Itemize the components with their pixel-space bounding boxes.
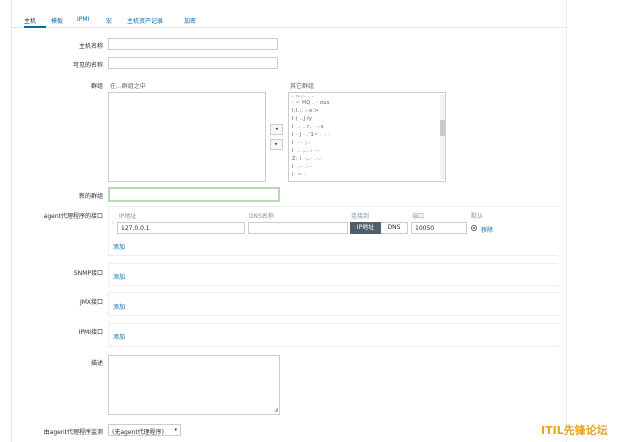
ipmi-interfaces-label: IPMI接口 [78, 329, 103, 336]
listbox-scrollbar[interactable] [440, 95, 445, 179]
resize-grip-icon[interactable]: ◢ [274, 407, 278, 413]
move-right-button[interactable]: ▸ [270, 139, 283, 150]
description-textarea[interactable]: ◢ [108, 355, 280, 415]
col-dns-header: DNS名称 [249, 213, 274, 220]
list-item[interactable]: I;I.:, :-x:> [292, 108, 319, 114]
col-default-header: 默认 [471, 213, 484, 220]
tab-macros[interactable]: 宏 [106, 16, 112, 25]
visible-name-label: 可见的名称 [72, 62, 103, 69]
arrow-right-icon: ▸ [275, 141, 278, 147]
drag-handle-icon[interactable]: ⁞ [112, 221, 115, 233]
watermark-text: ITIL先锋论坛 [541, 424, 608, 437]
connect-ip-toggle[interactable]: IP地址 [350, 222, 381, 234]
active-tab-indicator [24, 26, 46, 28]
agent-port-input[interactable]: 10050 [411, 222, 467, 234]
list-item[interactable]: I·( ..J·ly [292, 116, 312, 122]
left-border [11, 0, 12, 442]
tab-ipmi[interactable]: IPMI [77, 16, 89, 23]
list-item[interactable]: I·· J · .'1~ · · · [292, 132, 330, 138]
new-group-input[interactable] [108, 187, 280, 202]
host-form-page: 主机 模板 IPMI 宏 主机资产记录 加密 主机名称 可见的名称 群组 在..… [0, 0, 628, 442]
proxy-label: 由agent代理程序监测 [43, 429, 103, 436]
add-jmx-interface-link[interactable]: 添加 [113, 302, 125, 311]
col-connect-header: 连接到 [351, 213, 370, 220]
list-item[interactable]: l· ~ · [292, 172, 306, 178]
tab-templates[interactable]: 模板 [51, 16, 63, 25]
arrow-left-icon: ◂ [275, 126, 278, 132]
agent-ip-input[interactable]: 127.0.0.1 [117, 222, 245, 234]
tab-inventory[interactable]: 主机资产记录 [127, 16, 163, 25]
tab-bar: 主机 模板 IPMI 宏 主机资产记录 加密 [12, 10, 566, 28]
add-agent-interface-link[interactable]: 添加 [113, 242, 125, 251]
chevron-down-icon: ▾ [174, 427, 177, 433]
in-groups-heading: 在...群组之中 [110, 83, 146, 90]
jmx-interfaces-panel [108, 292, 558, 316]
host-name-input[interactable] [108, 38, 278, 50]
list-item[interactable]: I· . .,.·.: ··· [292, 148, 320, 154]
agent-dns-input[interactable] [248, 222, 348, 234]
list-item[interactable]: I· .·· .··· [292, 164, 313, 170]
remove-interface-link[interactable]: 移除 [481, 225, 493, 234]
other-groups-heading: 其它群组 [290, 83, 315, 90]
default-radio[interactable] [471, 225, 477, 231]
proxy-select-value: (无agent代理程序) [112, 429, 165, 436]
list-item[interactable]: I· .· . r, · .-s [292, 124, 324, 130]
other-groups-listbox[interactable]: · ~·:· · · · ~ HQ . · ous I;I.:, :-x:> I… [288, 92, 446, 182]
list-item[interactable]: I· · · ;.· [292, 140, 311, 146]
description-label: 描述 [90, 360, 103, 367]
list-item[interactable]: Z: i. :,.· .·.· [292, 156, 322, 162]
agent-interfaces-label: agent代理程序的接口 [43, 213, 103, 220]
list-item[interactable]: · ~ HQ . · ous [292, 100, 330, 106]
host-name-label: 主机名称 [78, 43, 103, 50]
snmp-interfaces-label: SNMP接口 [73, 270, 103, 277]
ipmi-interfaces-panel [108, 323, 558, 347]
connect-dns-toggle[interactable]: DNS [381, 222, 408, 234]
tab-encryption[interactable]: 加密 [184, 16, 196, 25]
new-group-label: 新的群组 [78, 193, 103, 200]
listbox-scrollbar-thumb[interactable] [440, 120, 445, 136]
visible-name-input[interactable] [108, 57, 278, 69]
add-snmp-interface-link[interactable]: 添加 [113, 272, 125, 281]
col-ip-header: IP地址 [119, 213, 137, 220]
add-ipmi-interface-link[interactable]: 添加 [113, 332, 125, 341]
tab-host[interactable]: 主机 [24, 16, 36, 25]
snmp-interfaces-panel [108, 263, 558, 286]
right-border [566, 0, 567, 442]
proxy-select[interactable]: (无agent代理程序) ▾ [108, 424, 181, 436]
move-left-button[interactable]: ◂ [270, 124, 283, 135]
groups-label: 群组 [90, 83, 103, 90]
in-groups-listbox[interactable] [108, 92, 266, 182]
jmx-interfaces-label: JMX接口 [79, 299, 103, 306]
col-port-header: 端口 [412, 213, 425, 220]
